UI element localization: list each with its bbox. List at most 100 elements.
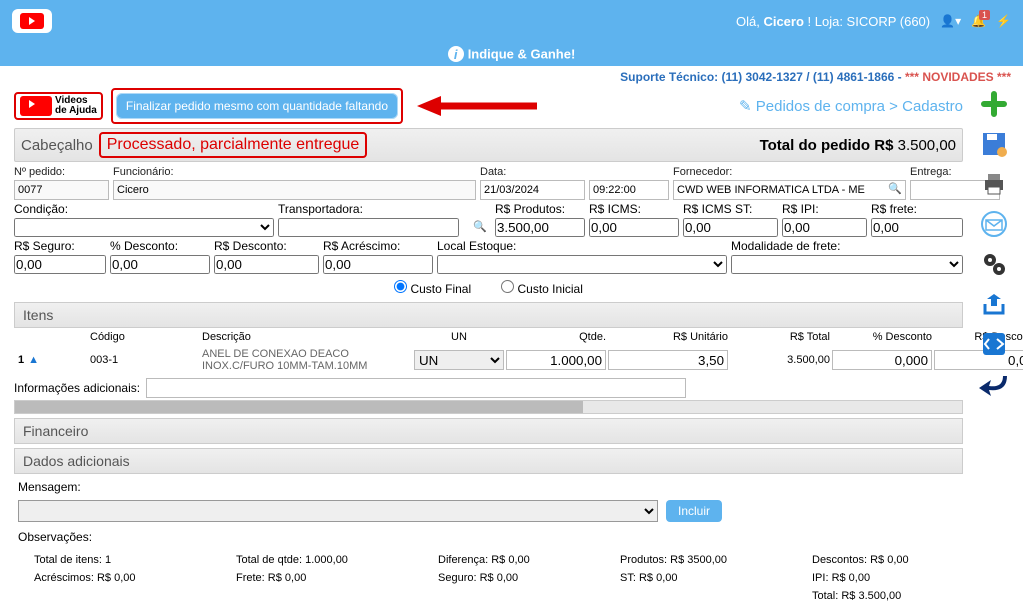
col-pct-desc: % Desconto [832,331,932,343]
rs-icms-field[interactable] [589,218,679,237]
label-rs-icms-st: R$ ICMS ST: [683,202,778,216]
breadcrumb-current: Cadastro [902,98,963,115]
item-pct-desc-field[interactable] [832,350,932,370]
item-descricao: ANEL DE CONEXAO DEACO INOX.C/FURO 10MM-T… [202,348,412,372]
transportadora-field[interactable] [278,218,459,237]
label-modalidade-frete: Modalidade de frete: [731,239,963,253]
suporte-bar: Suporte Técnico: (11) 3042-1327 / (11) 4… [0,66,1023,88]
label-fornecedor: Fornecedor: [673,166,906,178]
right-rail [971,88,1017,400]
footer-totals: Total de itens: 1 Total de qtde: 1.000,0… [14,550,963,606]
custo-final-radio[interactable]: Custo Final [394,280,471,296]
condicao-select[interactable] [14,218,274,237]
col-codigo: Código [90,331,200,343]
incluir-button[interactable]: Incluir [666,500,722,522]
topbar: Olá, Cicero ! Loja: SICORP (660) 👤▾ 🔔 1 … [0,0,1023,42]
label-condicao: Condição: [14,202,274,216]
item-row: 1 ▲ 003-1 ANEL DE CONEXAO DEACO INOX.C/FU… [14,346,963,374]
col-descricao: Descrição [202,331,412,343]
indique-bar[interactable]: iIndique & Ganhe! [0,42,1023,66]
rs-icms-st-field[interactable] [683,218,778,237]
data-field[interactable] [480,180,585,200]
export-button[interactable] [978,288,1010,320]
rs-produtos-field[interactable] [495,218,585,237]
num-pedido-field[interactable] [14,180,109,200]
pct-desconto-field[interactable] [110,255,210,274]
form-row1: Nº pedido: Funcionário: Data: Fornecedor… [14,166,963,200]
label-local-estoque: Local Estoque: [437,239,727,253]
status-badge: Processado, parcialmente entregue [99,132,368,158]
label-data: Data: [480,166,585,178]
breadcrumb: ✎ Pedidos de compra > Cadastro [739,97,963,115]
label-info-adic: Informações adicionais: [14,381,140,395]
rs-desconto-field[interactable] [214,255,319,274]
col-un: UN [414,331,504,343]
label-num-pedido: Nº pedido: [14,166,109,178]
cabecalho-title: Cabeçalho [21,137,93,154]
label-transportadora: Transportadora: [278,202,491,216]
breadcrumb-parent[interactable]: Pedidos de compra [756,98,885,115]
financeiro-section[interactable]: Financeiro [14,418,963,444]
triangle-icon[interactable]: ▲ [28,354,39,366]
help-videos-label: Videosde Ajuda [55,96,97,116]
save-button[interactable] [978,128,1010,160]
notif-badge: 1 [979,10,990,20]
fornecedor-field[interactable] [673,180,906,200]
settings-button[interactable] [978,248,1010,280]
item-num: 1 [18,354,24,366]
custo-inicial-radio[interactable]: Custo Inicial [501,280,583,296]
label-rs-produtos: R$ Produtos: [495,202,585,216]
finalizar-box: Finalizar pedido mesmo com quantidade fa… [111,88,403,124]
item-header-row: Código Descrição UN Qtde. R$ Unitário R$… [14,328,963,346]
label-observacoes: Observações: [18,530,92,544]
rs-seguro-field[interactable] [14,255,106,274]
label-rs-desconto: R$ Desconto: [214,239,319,253]
info-adic-field[interactable] [146,378,686,398]
rs-ipi-field[interactable] [782,218,867,237]
add-button[interactable] [978,88,1010,120]
col-rs-total: R$ Total [730,331,830,343]
label-rs-seguro: R$ Seguro: [14,239,106,253]
code-button[interactable] [978,328,1010,360]
item-qtde-field[interactable] [506,350,606,370]
cabecalho-header: Cabeçalho Processado, parcialmente entre… [14,128,963,162]
label-rs-icms: R$ ICMS: [589,202,679,216]
greeting: Olá, Cicero ! Loja: SICORP (660) [736,14,930,29]
notifications-button[interactable]: 🔔 1 [971,14,986,28]
item-rs-total: 3.500,00 [730,354,830,366]
item-rs-unit-field[interactable] [608,350,728,370]
youtube-icon [20,96,52,116]
rs-acrescimo-field[interactable] [323,255,433,274]
info-icon: i [448,46,464,62]
label-mensagem: Mensagem: [18,480,81,494]
itens-section[interactable]: Itens [14,302,963,328]
funcionario-field[interactable] [113,180,476,200]
label-rs-acrescimo: R$ Acréscimo: [323,239,433,253]
print-button[interactable] [978,168,1010,200]
col-rs-unit: R$ Unitário [608,331,728,343]
hora-field[interactable] [589,180,669,200]
rs-frete-field[interactable] [871,218,963,237]
youtube-icon [20,13,44,29]
arrow-annotation [417,94,537,118]
help-videos-button[interactable]: Videosde Ajuda [14,92,103,120]
label-rs-frete: R$ frete: [871,202,963,216]
label-rs-ipi: R$ IPI: [782,202,867,216]
mensagem-select[interactable] [18,500,658,522]
finalizar-button[interactable]: Finalizar pedido mesmo com quantidade fa… [116,93,398,119]
youtube-logo[interactable] [12,9,52,33]
email-button[interactable] [978,208,1010,240]
undo-button[interactable] [978,368,1010,400]
bolt-icon[interactable]: ⚡ [996,14,1011,28]
item-codigo: 003-1 [90,354,200,366]
col-qtde: Qtde. [506,331,606,343]
user-icon[interactable]: 👤▾ [940,14,961,28]
edit-icon[interactable]: ✎ [739,98,752,115]
horizontal-scrollbar[interactable] [14,400,963,414]
modalidade-frete-select[interactable] [731,255,963,274]
label-funcionario: Funcionário: [113,166,407,178]
total-pedido: Total do pedido R$ 3.500,00 [760,137,956,154]
item-un-select[interactable]: UN [414,350,504,370]
local-estoque-select[interactable] [437,255,727,274]
dados-adic-section[interactable]: Dados adicionais [14,448,963,474]
